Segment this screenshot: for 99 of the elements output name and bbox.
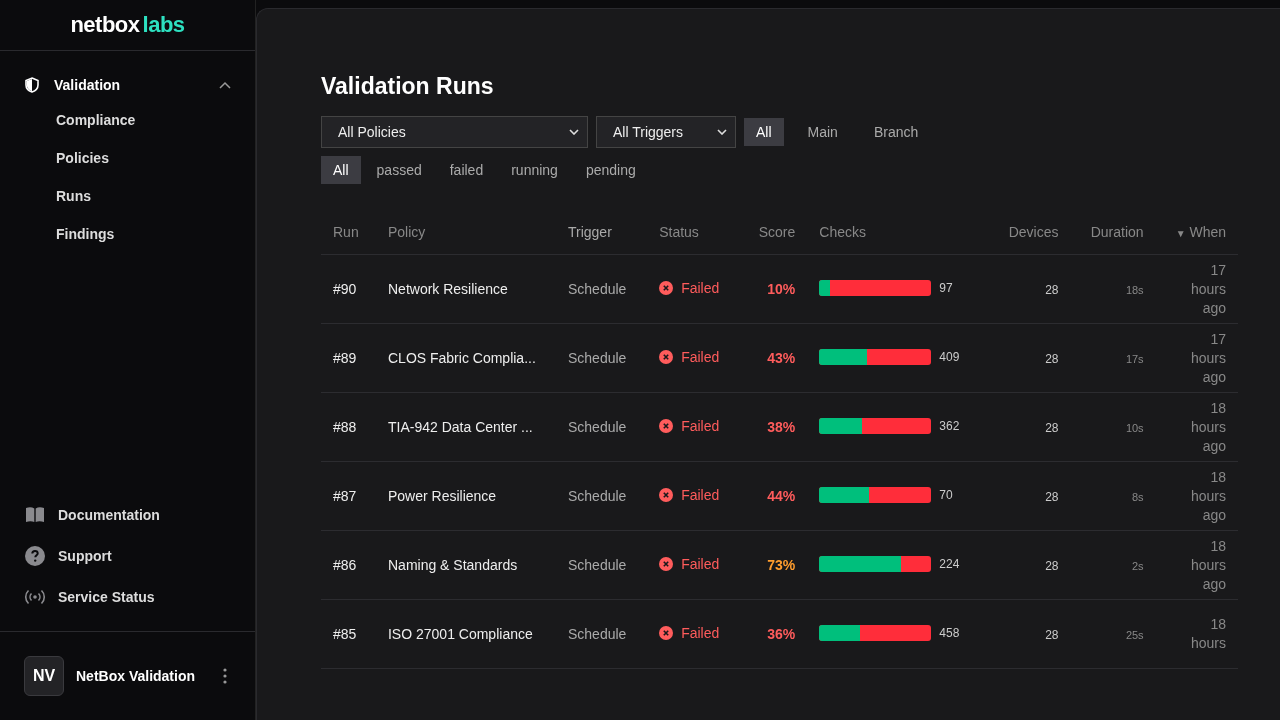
status-text: Failed	[681, 349, 720, 365]
nav-item[interactable]: Policies	[56, 139, 109, 177]
chevron-icon	[219, 81, 231, 89]
policy-name[interactable]: TIA-942 Data Center ...	[388, 419, 533, 435]
device-count: 28	[1045, 283, 1059, 297]
column-header[interactable]: Duration	[1090, 224, 1144, 240]
run-number: #89	[333, 350, 357, 366]
run-number: #86	[333, 557, 357, 573]
status-text: Failed	[681, 487, 720, 503]
duration-text: 2s	[1132, 560, 1144, 572]
policy-name[interactable]: CLOS Fabric Complia...	[388, 350, 536, 366]
time-ago: 17 hours ago	[1189, 329, 1226, 387]
shield-icon	[24, 77, 40, 93]
column-header[interactable]: ▼ When	[1175, 224, 1226, 240]
more-icon[interactable]	[223, 668, 227, 684]
trigger-text: Schedule	[568, 488, 627, 504]
nav-section-header[interactable]: Validation	[24, 69, 231, 101]
trigger-text: Schedule	[568, 281, 627, 297]
score-value: 38%	[767, 419, 796, 435]
column-header[interactable]: Trigger	[568, 224, 612, 240]
filter-tab[interactable]: All	[744, 118, 784, 146]
time-ago: 18 hours	[1189, 615, 1226, 653]
score-value: 10%	[767, 281, 796, 297]
run-number: #90	[333, 281, 357, 297]
filter-tab[interactable]: failed	[437, 156, 496, 184]
checks-count: 458	[939, 625, 960, 640]
filter-tab[interactable]: Branch	[861, 118, 931, 146]
broadcast-icon	[24, 588, 46, 605]
column-header[interactable]: Score	[758, 224, 796, 240]
device-count: 28	[1045, 490, 1059, 504]
chevron-icon	[717, 129, 727, 135]
filter-tab[interactable]: Main	[795, 118, 850, 146]
status-text: Failed	[681, 418, 720, 434]
score-value: 44%	[767, 488, 796, 504]
checks-count: 224	[939, 556, 960, 571]
time-ago: 17 hours ago	[1189, 260, 1226, 318]
duration-text: 10s	[1125, 422, 1144, 434]
status-text: Failed	[681, 625, 720, 641]
nav-link[interactable]: Support	[24, 535, 231, 576]
column-header[interactable]: Run	[333, 224, 359, 240]
trigger-select[interactable]: All Triggers	[596, 116, 736, 148]
policy-select[interactable]: All Policies	[321, 116, 588, 148]
policy-name[interactable]: Network Resilience	[388, 281, 508, 297]
device-count: 28	[1045, 352, 1059, 366]
account-name: NetBox Validation	[76, 668, 197, 684]
error-icon	[659, 488, 674, 502]
trigger-text: Schedule	[568, 419, 627, 435]
checks-count: 97	[939, 280, 953, 295]
filter-tab[interactable]: pending	[573, 156, 648, 184]
run-number: #87	[333, 488, 357, 504]
checks-count: 409	[939, 349, 960, 364]
time-ago: 18 hours ago	[1189, 536, 1226, 594]
checks-count: 70	[939, 487, 953, 502]
column-header[interactable]: Status	[659, 224, 699, 240]
run-number: #88	[333, 419, 357, 435]
avatar: NV	[24, 656, 64, 696]
error-icon	[659, 419, 674, 433]
nav-link[interactable]: Service Status	[24, 576, 231, 617]
device-count: 28	[1045, 628, 1059, 642]
column-header[interactable]: Devices	[1008, 224, 1059, 240]
score-value: 73%	[767, 557, 796, 573]
filter-tab[interactable]: running	[499, 156, 570, 184]
error-icon	[659, 281, 674, 295]
duration-text: 18s	[1125, 284, 1144, 296]
policy-name[interactable]: Power Resilience	[388, 488, 497, 504]
duration-text: 8s	[1132, 491, 1144, 503]
duration-text: 17s	[1125, 353, 1144, 365]
time-ago: 18 hours ago	[1189, 467, 1226, 525]
score-value: 36%	[767, 626, 796, 642]
score-value: 43%	[767, 350, 796, 366]
nav-link[interactable]: Documentation	[24, 494, 231, 535]
status-text: Failed	[681, 556, 720, 572]
nav-item[interactable]: Runs	[56, 177, 91, 215]
policy-name[interactable]: Naming & Standards	[388, 557, 518, 573]
duration-text: 25s	[1125, 629, 1144, 641]
trigger-text: Schedule	[568, 626, 627, 642]
device-count: 28	[1045, 559, 1059, 573]
filter-tab[interactable]: passed	[364, 156, 434, 184]
nav-item[interactable]: Findings	[56, 215, 115, 253]
column-header[interactable]: Policy	[388, 224, 426, 240]
chevron-icon	[569, 129, 579, 135]
error-icon	[659, 626, 674, 640]
policy-name[interactable]: ISO 27001 Compliance	[388, 626, 533, 642]
error-icon	[659, 350, 674, 364]
trigger-text: Schedule	[568, 557, 627, 573]
nav-item[interactable]: Compliance	[56, 101, 136, 139]
device-count: 28	[1045, 421, 1059, 435]
trigger-text: Schedule	[568, 350, 627, 366]
help-icon	[24, 545, 46, 566]
run-number: #85	[333, 626, 357, 642]
book-icon	[24, 506, 46, 523]
checks-count: 362	[939, 418, 960, 433]
error-icon	[659, 557, 674, 571]
page-title: Validation Runs	[321, 73, 495, 100]
column-header[interactable]: Checks	[819, 224, 866, 240]
time-ago: 18 hours ago	[1189, 398, 1226, 456]
status-text: Failed	[681, 280, 720, 296]
filter-tab[interactable]: All	[321, 156, 361, 184]
logo: netboxlabs	[0, 0, 255, 51]
